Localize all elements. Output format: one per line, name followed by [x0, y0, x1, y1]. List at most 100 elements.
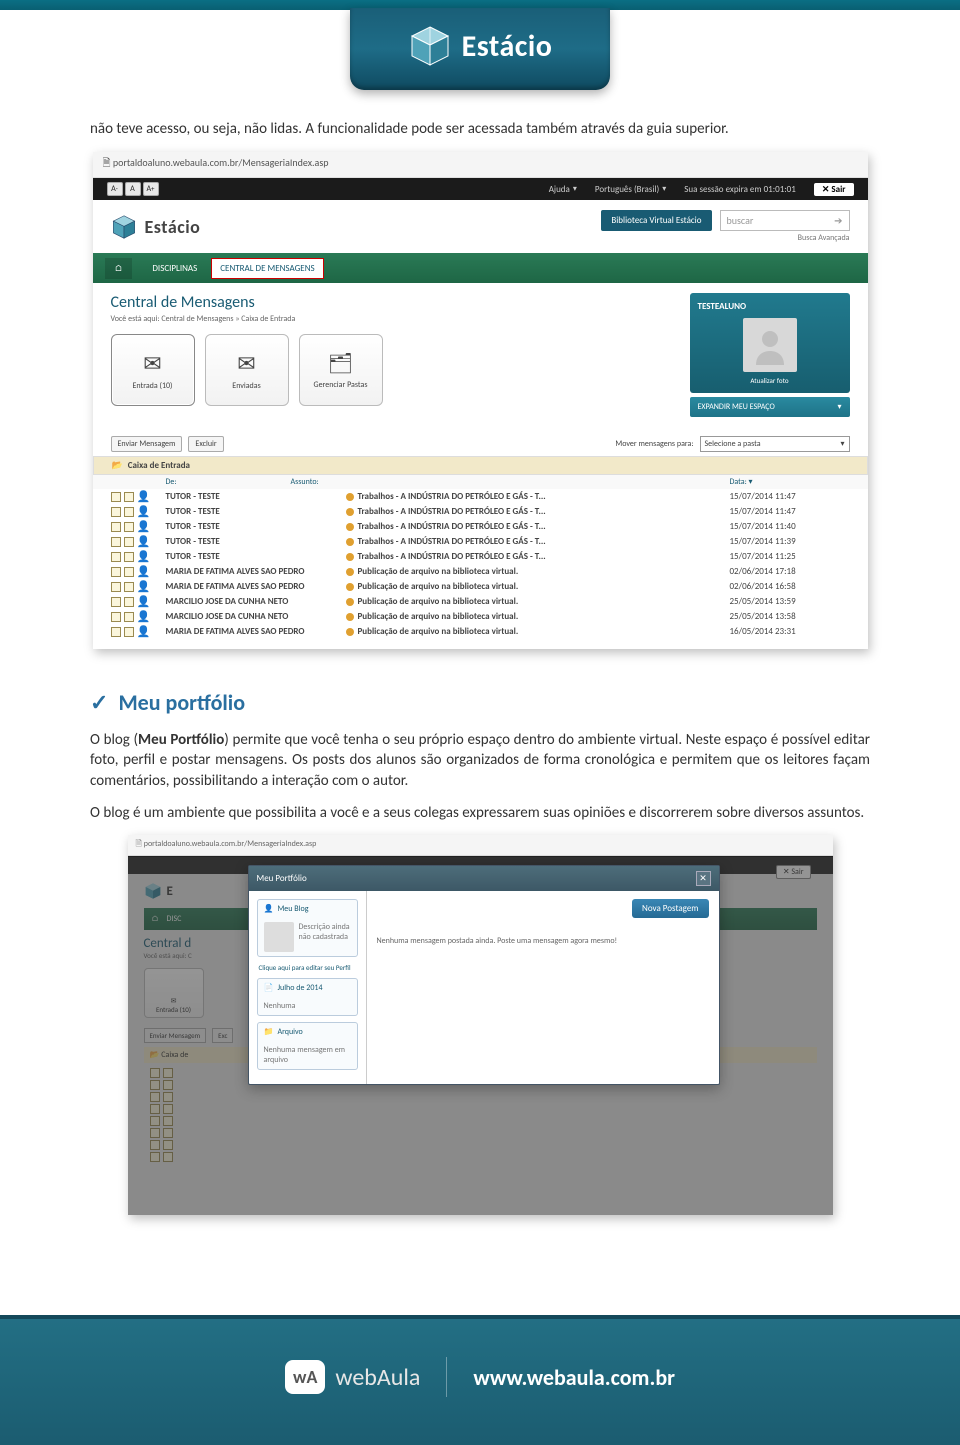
row-checkbox[interactable] [124, 537, 134, 547]
brand-row: Estácio Biblioteca Virtual Estácio busca… [93, 200, 868, 253]
row-checkbox[interactable] [111, 627, 121, 637]
row-checkbox[interactable] [111, 552, 121, 562]
arquivo-box: 📁Arquivo Nenhuma mensagem em arquivo [257, 1022, 358, 1070]
advanced-search-link[interactable]: Busca Avançada [601, 233, 849, 243]
row-sender: TUTOR - TESTE [166, 491, 346, 502]
unread-dot-icon [346, 553, 354, 561]
row-checkbox[interactable] [124, 582, 134, 592]
excluir-button[interactable]: Excluir [188, 436, 223, 452]
font-size-a[interactable]: A [125, 182, 141, 196]
table-row[interactable]: 👤MARCILIO JOSE DA CUNHA NETOPublicação d… [111, 609, 850, 624]
arrow-right-icon: ➔ [834, 214, 842, 227]
language-menu[interactable]: Português (Brasil) ▾ [595, 184, 666, 195]
row-checkbox[interactable] [124, 552, 134, 562]
home-icon[interactable]: ⌂ [105, 258, 133, 279]
col-assunto[interactable]: Assunto: [291, 477, 730, 487]
person-icon: 👤 [137, 565, 151, 578]
person-icon: 👤 [137, 625, 151, 638]
intro-text: não teve acesso, ou seja, não lidas. A f… [90, 120, 870, 138]
edit-profile-link[interactable]: Clique aqui para editar seu Perfil [257, 963, 358, 978]
row-checkbox[interactable] [124, 507, 134, 517]
row-checkbox[interactable] [111, 522, 121, 532]
row-checkbox[interactable] [124, 627, 134, 637]
row-checkbox[interactable] [111, 567, 121, 577]
table-row[interactable]: 👤MARCILIO JOSE DA CUNHA NETOPublicação d… [111, 594, 850, 609]
expand-space-button[interactable]: EXPANDIR MEU ESPAÇO ▾ [690, 397, 850, 417]
brand-name: Estácio [145, 216, 201, 238]
screenshot-meu-portfolio: 🗎 portaldoaluno.webaula.com.br/Mensageri… [128, 835, 833, 1215]
row-date: 02/06/2014 17:18 [730, 566, 850, 577]
message-rows: 👤TUTOR - TESTETrabalhos - A INDÚSTRIA DO… [93, 489, 868, 649]
estacio-cube-icon [111, 214, 137, 240]
row-checkbox[interactable] [111, 582, 121, 592]
row-checkbox[interactable] [111, 492, 121, 502]
table-row[interactable]: 👤TUTOR - TESTETrabalhos - A INDÚSTRIA DO… [111, 519, 850, 534]
nav-central-mensagens[interactable]: CENTRAL DE MENSAGENS [211, 258, 323, 279]
row-subject: Publicação de arquivo na biblioteca virt… [346, 611, 730, 622]
user-name: TESTEALUNO [698, 301, 842, 312]
update-photo-link[interactable]: Atualizar foto [698, 376, 842, 385]
row-date: 15/07/2014 11:40 [730, 521, 850, 532]
row-sender: TUTOR - TESTE [166, 551, 346, 562]
row-checkbox[interactable] [111, 597, 121, 607]
row-checkbox[interactable] [124, 612, 134, 622]
row-sender: MARIA DE FATIMA ALVES SAO PEDRO [166, 566, 346, 577]
nav-disciplinas[interactable]: DISCIPLINAS [142, 263, 207, 274]
table-row[interactable]: 👤MARIA DE FATIMA ALVES SAO PEDROPublicaç… [111, 624, 850, 639]
row-subject: Trabalhos - A INDÚSTRIA DO PETRÓLEO E GÁ… [346, 521, 730, 532]
brand-name: Estácio [462, 28, 553, 65]
search-input[interactable]: buscar ➔ [720, 210, 850, 231]
font-size-buttons[interactable]: A- A A+ [107, 182, 159, 196]
row-checkbox[interactable] [111, 612, 121, 622]
biblioteca-button[interactable]: Biblioteca Virtual Estácio [601, 210, 711, 231]
close-icon[interactable]: ✕ [696, 871, 711, 886]
person-icon: 👤 [137, 580, 151, 593]
person-icon: 👤 [137, 550, 151, 563]
session-timer: Sua sessão expira em 01:01:01 [684, 184, 796, 195]
row-subject: Trabalhos - A INDÚSTRIA DO PETRÓLEO E GÁ… [346, 491, 730, 502]
table-row[interactable]: 👤MARIA DE FATIMA ALVES SAO PEDROPublicaç… [111, 579, 850, 594]
row-checkbox[interactable] [111, 507, 121, 517]
month-box: 📄Julho de 2014 Nenhuma [257, 978, 358, 1016]
table-row[interactable]: 👤TUTOR - TESTETrabalhos - A INDÚSTRIA DO… [111, 534, 850, 549]
row-checkbox[interactable] [124, 492, 134, 502]
mover-select[interactable]: Selecione a pasta ▾ [700, 436, 850, 452]
envelope-open-icon: ✉ [143, 350, 161, 377]
row-checkbox[interactable] [111, 537, 121, 547]
row-date: 15/07/2014 11:47 [730, 491, 850, 502]
tile-entrada[interactable]: ✉ Entrada (10) [111, 334, 195, 406]
row-checkbox[interactable] [124, 597, 134, 607]
folders-icon: 🗂 [328, 351, 353, 376]
modal-title: Meu Portfólio [257, 873, 307, 884]
avatar [264, 922, 294, 952]
utility-bar: A- A A+ Ajuda ▾ Português (Brasil) ▾ Sua… [93, 178, 868, 200]
ajuda-menu[interactable]: Ajuda ▾ [549, 184, 577, 195]
table-row[interactable]: 👤TUTOR - TESTETrabalhos - A INDÚSTRIA DO… [111, 549, 850, 564]
tile-label: Gerenciar Pastas [314, 380, 368, 390]
unread-dot-icon [346, 493, 354, 501]
enviar-mensagem-button[interactable]: Enviar Mensagem [111, 436, 183, 452]
row-checkbox[interactable] [124, 567, 134, 577]
row-checkbox[interactable] [124, 522, 134, 532]
webaula-badge: wA [285, 1360, 325, 1394]
table-row[interactable]: 👤MARIA DE FATIMA ALVES SAO PEDROPublicaç… [111, 564, 850, 579]
logout-button[interactable]: ✕ Sair [814, 183, 854, 196]
row-date: 25/05/2014 13:58 [730, 611, 850, 622]
row-sender: MARCILIO JOSE DA CUNHA NETO [166, 596, 346, 607]
inbox-folder-header[interactable]: 📂 Caixa de Entrada [93, 456, 868, 475]
chevron-down-icon: ▾ [837, 402, 841, 412]
row-sender: MARIA DE FATIMA ALVES SAO PEDRO [166, 581, 346, 592]
font-size-a-minus[interactable]: A- [107, 182, 123, 196]
address-bar: 🗎 portaldoaluno.webaula.com.br/Mensageri… [93, 152, 868, 178]
person-icon: 👤 [137, 520, 151, 533]
col-data[interactable]: Data: ▾ [730, 477, 850, 487]
table-row[interactable]: 👤TUTOR - TESTETrabalhos - A INDÚSTRIA DO… [111, 489, 850, 504]
row-sender: MARCILIO JOSE DA CUNHA NETO [166, 611, 346, 622]
col-de[interactable]: De: [111, 477, 291, 487]
nova-postagem-button[interactable]: Nova Postagem [632, 899, 708, 918]
tile-enviadas[interactable]: ✉ Enviadas [205, 334, 289, 406]
table-row[interactable]: 👤TUTOR - TESTETrabalhos - A INDÚSTRIA DO… [111, 504, 850, 519]
tile-gerenciar[interactable]: 🗂 Gerenciar Pastas [299, 334, 383, 406]
chevron-down-icon: ▾ [840, 439, 844, 449]
font-size-a-plus[interactable]: A+ [143, 182, 159, 196]
